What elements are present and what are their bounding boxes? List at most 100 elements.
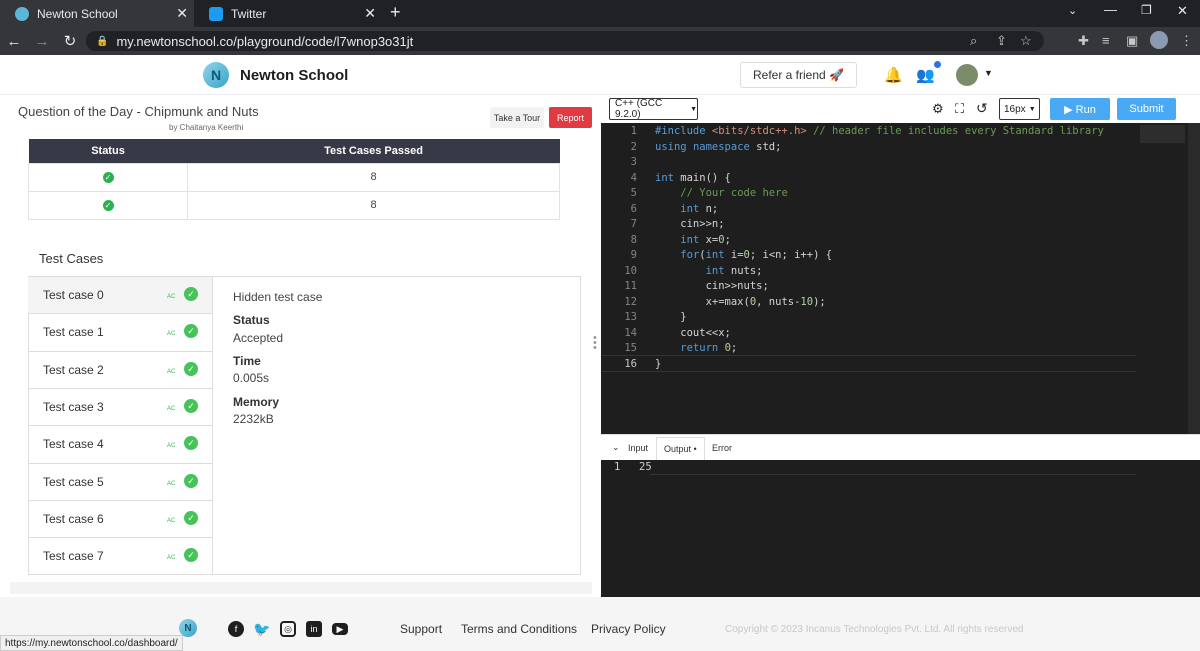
line-number: 8 (630, 233, 637, 246)
output-line-rule (650, 474, 1136, 475)
settings-gear-icon[interactable]: ⚙ (932, 101, 944, 117)
minimize-icon[interactable]: — (1104, 2, 1117, 17)
close-window-icon[interactable]: ✕ (1177, 3, 1188, 19)
back-icon[interactable]: ← (0, 33, 28, 50)
code-line[interactable]: #include <bits/stdc++.h> // header file … (655, 124, 1104, 140)
code-line[interactable]: } (655, 357, 661, 373)
footer-link-support[interactable]: Support (400, 622, 442, 636)
code-line[interactable]: int main() { (655, 171, 731, 187)
brand-name[interactable]: Newton School (240, 67, 348, 84)
submit-button[interactable]: Submit (1117, 98, 1176, 120)
test-case-label: Test case 4 (43, 437, 104, 452)
bell-icon[interactable]: 🔔 (884, 66, 903, 84)
code-line[interactable]: cout<<x; (655, 326, 731, 342)
close-tab-icon[interactable]: ✕ (364, 5, 376, 22)
test-case-item[interactable]: Test case 5 AC ✓ (28, 463, 213, 501)
current-line-highlight (601, 355, 1136, 372)
verdict-badge: AC (167, 443, 176, 450)
code-line[interactable]: cin>>n; (655, 217, 724, 233)
detail-title: Hidden test case (233, 290, 323, 304)
language-value: C++ (GCC 9.2.0) (615, 98, 663, 120)
code-line[interactable]: cin>>nuts; (655, 279, 769, 295)
new-tab-icon[interactable]: + (390, 2, 401, 23)
reset-code-icon[interactable]: ↺ (976, 100, 988, 117)
instagram-icon[interactable]: ◎ (280, 621, 296, 637)
test-cases-heading: Test Cases (39, 251, 104, 266)
line-number: 16 (624, 357, 637, 370)
tab-search-icon[interactable]: ⌄ (1068, 4, 1077, 17)
code-line[interactable]: x+=max(0, nuts-10); (655, 295, 826, 311)
collapse-chevron-icon[interactable]: ⌄ (612, 442, 620, 453)
newton-logo-icon[interactable]: N (203, 62, 229, 88)
bookmark-star-icon[interactable]: ☆ (1020, 33, 1032, 49)
code-line[interactable]: int n; (655, 202, 718, 218)
tab-input[interactable]: Input (628, 443, 648, 453)
test-case-label: Test case 0 (43, 288, 104, 303)
reload-icon[interactable]: ↻ (56, 32, 84, 50)
test-case-item[interactable]: Test case 7 AC ✓ (28, 538, 213, 576)
browser-tab-newton[interactable]: Newton School ✕ (0, 0, 194, 27)
font-size-select[interactable]: 16px ▼ (999, 98, 1040, 120)
code-line[interactable]: int nuts; (655, 264, 763, 280)
share-icon[interactable]: ⇪ (996, 33, 1007, 49)
close-tab-icon[interactable]: ✕ (176, 5, 188, 22)
reading-list-icon[interactable]: ≡ (1102, 33, 1110, 48)
test-case-item[interactable]: Test case 2 AC ✓ (28, 351, 213, 389)
run-button[interactable]: ▶ Run (1050, 98, 1110, 120)
check-icon: ✓ (184, 548, 198, 563)
test-case-item[interactable]: Test case 3 AC ✓ (28, 388, 213, 427)
code-line[interactable]: return 0; (655, 341, 737, 357)
code-line[interactable]: } (655, 310, 686, 326)
facebook-icon[interactable]: f (228, 621, 244, 637)
youtube-icon[interactable]: ▶ (332, 623, 348, 635)
verdict-badge: AC (167, 331, 176, 338)
line-number: 9 (630, 249, 637, 261)
refer-friend-button[interactable]: Refer a friend 🚀 (740, 62, 857, 88)
line-number: 10 (624, 264, 637, 277)
fullscreen-icon[interactable]: ⛶ (955, 101, 964, 117)
test-case-item[interactable]: Test case 1 AC ✓ (28, 314, 213, 352)
linkedin-icon[interactable]: in (306, 621, 322, 637)
output-console (601, 460, 1200, 597)
test-case-item[interactable]: Test case 6 AC ✓ (28, 500, 213, 539)
profile-avatar[interactable] (1150, 31, 1168, 49)
verdict-badge: AC (167, 480, 176, 487)
line-number: 1 (630, 125, 637, 137)
line-number: 5 (630, 187, 637, 199)
test-case-label: Test case 7 (43, 549, 104, 564)
test-case-label: Test case 6 (43, 511, 104, 526)
code-line[interactable]: int x=0; (655, 233, 731, 249)
newton-favicon-icon (15, 6, 29, 21)
left-panel-bottom (10, 582, 592, 594)
side-panel-icon[interactable]: ▣ (1126, 33, 1138, 49)
twitter-icon[interactable]: 🐦 (253, 621, 270, 637)
test-case-item[interactable]: Test case 4 AC ✓ (28, 426, 213, 464)
menu-dots-icon[interactable]: ⋮ (1180, 33, 1193, 49)
browser-tab-twitter[interactable]: Twitter ✕ (194, 0, 382, 27)
code-line[interactable]: // Your code here (655, 186, 787, 202)
footer-link-privacy[interactable]: Privacy Policy (591, 622, 666, 636)
take-tour-button[interactable]: Take a Tour (490, 107, 544, 128)
split-drag-handle[interactable]: • • • (593, 333, 597, 354)
tab-error[interactable]: Error (712, 443, 732, 453)
user-avatar[interactable] (956, 64, 978, 86)
editor-scrollbar[interactable] (1188, 123, 1200, 434)
url-bar[interactable]: 🔒 my.newtonschool.co/playground/code/l7w… (86, 31, 1044, 51)
code-line[interactable]: for(int i=0; i<n; i++) { (655, 248, 832, 264)
test-case-item[interactable]: Test case 0 AC ✓ (28, 277, 213, 315)
forward-icon[interactable]: → (28, 33, 56, 50)
code-line[interactable]: using namespace std; (655, 140, 781, 156)
tab-output[interactable]: Output • (656, 437, 705, 460)
notification-dot (934, 61, 941, 68)
editor-minimap[interactable] (1140, 125, 1185, 143)
line-number: 7 (630, 218, 637, 230)
community-icon[interactable]: 👥 (916, 66, 935, 84)
extensions-icon[interactable]: ✚ (1078, 33, 1089, 49)
caret-down-icon[interactable]: ▼ (984, 68, 993, 78)
report-button[interactable]: Report (549, 107, 592, 128)
language-select[interactable]: C++ (GCC 9.2.0) ▼ (609, 98, 698, 120)
line-number: 12 (624, 295, 637, 308)
zoom-icon[interactable]: ⌕ (970, 33, 977, 49)
footer-link-terms[interactable]: Terms and Conditions (461, 622, 577, 636)
restore-icon[interactable]: ❐ (1141, 3, 1152, 17)
